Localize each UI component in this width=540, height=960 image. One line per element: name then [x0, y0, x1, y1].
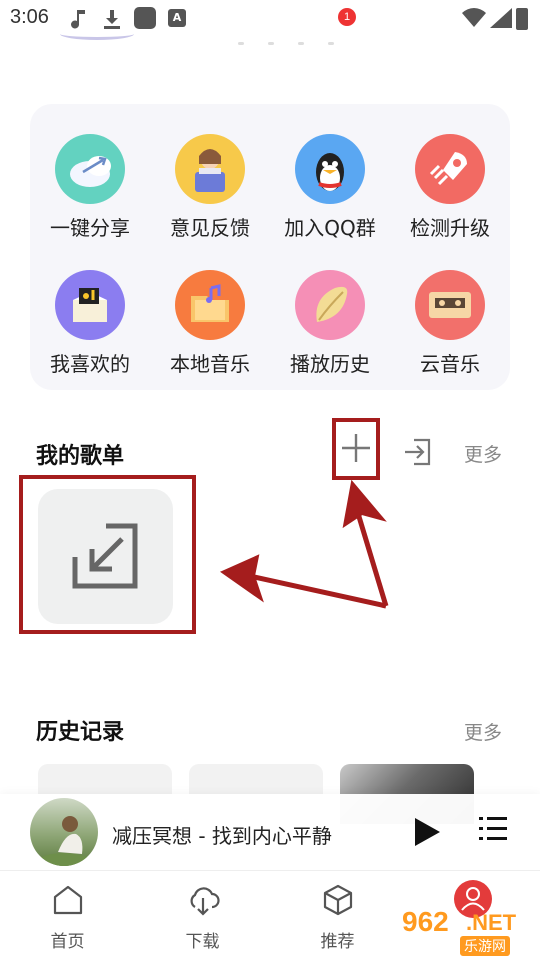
battery-icon [516, 8, 528, 30]
music-note-icon [71, 10, 85, 29]
feature-label: 播放历史 [290, 352, 370, 376]
track-title: 减压冥想 - 找到内心平静 [112, 824, 332, 848]
feature-label: 检测升级 [410, 216, 490, 240]
feature-item[interactable]: 云音乐 [390, 240, 510, 376]
download-status-icon [104, 10, 120, 29]
header-text-remnant [238, 30, 378, 45]
watermark-brand: 962 [402, 906, 449, 937]
import-playlist-icon[interactable] [402, 436, 434, 468]
cover-art [40, 816, 90, 866]
import-arrow-icon [72, 523, 138, 589]
notification-badge: 1 [338, 8, 356, 26]
import-playlist-tile[interactable] [38, 489, 173, 624]
qq-penguin-icon [295, 134, 365, 204]
app-notification-icon [134, 7, 156, 29]
plus-icon [342, 434, 370, 462]
feature-item[interactable]: 加入QQ群 [270, 104, 390, 240]
feature-label: 云音乐 [420, 352, 480, 376]
feature-item[interactable]: 检测升级 [390, 104, 510, 240]
share-cloud-icon [55, 134, 125, 204]
play-icon[interactable] [412, 816, 442, 848]
watermark-cn: 乐游网 [460, 936, 510, 956]
feature-item[interactable]: 我喜欢的 [30, 240, 150, 376]
feature-item[interactable]: 意见反馈 [150, 104, 270, 240]
arrow-to-tile [249, 573, 387, 609]
wifi-icon [462, 8, 486, 27]
arrowhead-left [219, 554, 264, 603]
feature-label: 我喜欢的 [50, 352, 130, 376]
home-icon [53, 885, 82, 915]
cassette-icon [415, 270, 485, 340]
status-time: 3:06 [10, 6, 49, 28]
favorite-box-icon [55, 270, 125, 340]
history-leaf-icon [295, 270, 365, 340]
track-cover[interactable] [30, 798, 98, 866]
arrow-to-plus [354, 509, 389, 607]
feature-label: 意见反馈 [170, 216, 250, 240]
arrowhead-up [342, 479, 387, 529]
nav-label-download: 下载 [185, 932, 220, 952]
nav-item-home[interactable]: 首页 [0, 871, 135, 960]
profile-header-remnant [60, 28, 134, 40]
cloud-download-icon [190, 887, 220, 916]
feature-label: 加入QQ群 [284, 216, 376, 240]
a-notification-icon: A [168, 9, 186, 27]
playlist-more-link[interactable]: 更多 [464, 440, 502, 467]
local-folder-icon [175, 270, 245, 340]
feature-item[interactable]: 一键分享 [30, 104, 150, 240]
feature-item[interactable]: 本地音乐 [150, 240, 270, 376]
mini-player[interactable]: 减压冥想 - 找到内心平静 [0, 794, 540, 870]
nav-item-recommend[interactable]: 推荐 [270, 871, 405, 960]
feature-label: 一键分享 [50, 216, 130, 240]
feedback-person-icon [175, 134, 245, 204]
history-section-title: 历史记录 [36, 720, 125, 745]
rocket-icon [415, 134, 485, 204]
watermark-suffix: .NET [466, 910, 517, 935]
nav-label-recommend: 推荐 [320, 932, 355, 952]
feature-label: 本地音乐 [170, 352, 250, 376]
site-watermark: 962 .NET 乐游网 [402, 904, 536, 958]
signal-icon [490, 8, 512, 28]
nav-item-download[interactable]: 下载 [135, 871, 270, 960]
playlist-section-title: 我的歌单 [36, 444, 125, 469]
add-playlist-button[interactable] [332, 418, 380, 480]
nav-label-home: 首页 [50, 932, 85, 952]
history-more-link[interactable]: 更多 [464, 718, 502, 745]
feature-item[interactable]: 播放历史 [270, 240, 390, 376]
feature-grid: 一键分享 意见反馈 加入QQ群 检测升级我喜欢的 本地音乐 播放历史 云音乐 [30, 104, 510, 390]
feature-card: 一键分享 意见反馈 加入QQ群 检测升级我喜欢的 本地音乐 播放历史 云音乐 [30, 104, 510, 390]
cube-icon [323, 884, 352, 916]
playlist-queue-icon[interactable] [478, 814, 508, 844]
